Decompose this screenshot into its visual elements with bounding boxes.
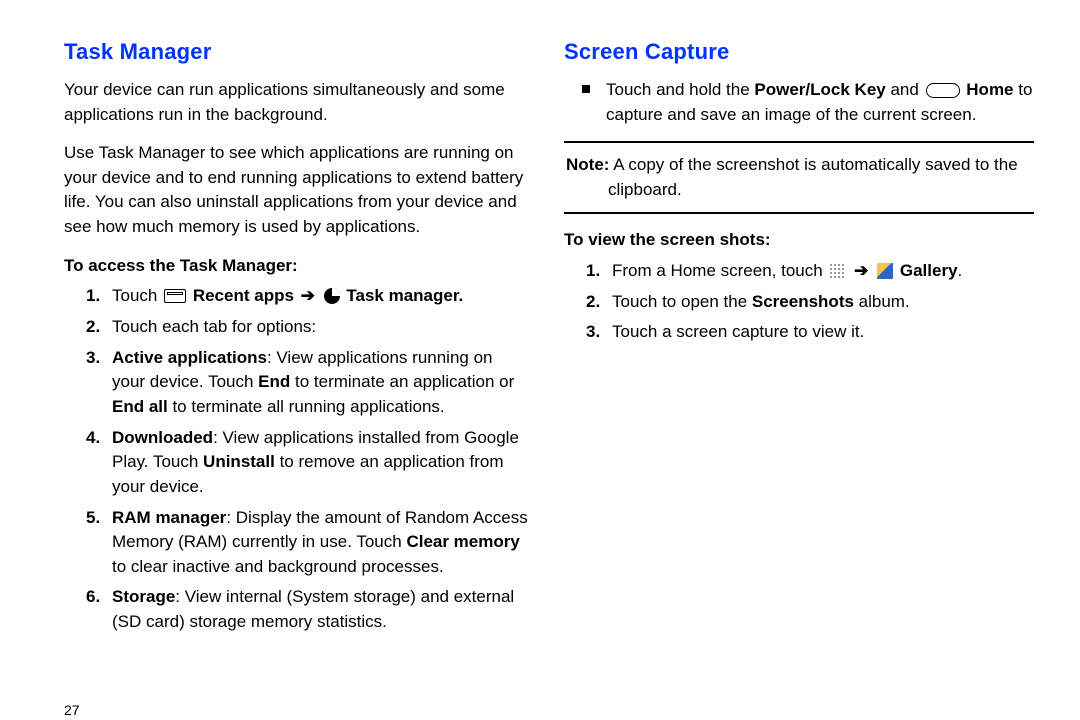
arrow-icon: ➔ (854, 261, 868, 280)
subheading: To view the screen shots: (564, 228, 1034, 253)
list-item: 5. RAM manager: Display the amount of Ra… (112, 506, 534, 580)
text: to terminate all running applications. (168, 397, 445, 416)
text: From a Home screen, touch (612, 261, 827, 280)
text: Touch and hold the (606, 80, 754, 99)
text: Touch (112, 286, 162, 305)
bullet-item: Touch and hold the Power/Lock Key and Ho… (564, 78, 1034, 127)
ordered-list: 1. From a Home screen, touch ➔ Gallery. … (564, 259, 1034, 345)
page-number: 27 (64, 700, 80, 720)
text-bold: Home (966, 80, 1013, 99)
left-column: Task Manager Your device can run applica… (64, 36, 534, 641)
list-number: 5. (86, 506, 100, 531)
text: to clear inactive and background process… (112, 557, 444, 576)
arrow-icon: ➔ (301, 286, 315, 305)
list-item: 1. From a Home screen, touch ➔ Gallery. (612, 259, 1034, 284)
subheading: To access the Task Manager: (64, 254, 534, 279)
task-manager-icon (324, 288, 340, 304)
text: Touch each tab for options: (112, 317, 316, 336)
note-label: Note: (566, 155, 609, 174)
list-number: 3. (86, 346, 100, 371)
home-key-icon (926, 83, 960, 98)
text: to terminate an application or (290, 372, 514, 391)
list-number: 2. (586, 290, 600, 315)
text: album. (854, 292, 910, 311)
recent-apps-icon (164, 289, 186, 303)
text-bold: Gallery (900, 261, 958, 280)
text-bold: Power/Lock Key (754, 80, 885, 99)
square-bullet-icon (582, 85, 590, 93)
list-item: 4. Downloaded: View applications install… (112, 426, 534, 500)
note-block: Note: A copy of the screenshot is automa… (564, 141, 1034, 214)
list-number: 6. (86, 585, 100, 610)
text-bold: RAM manager (112, 508, 226, 527)
list-number: 3. (586, 320, 600, 345)
bullet-text: Touch and hold the Power/Lock Key and Ho… (606, 78, 1034, 127)
text-bold: Uninstall (203, 452, 275, 471)
section-heading-screen-capture: Screen Capture (564, 36, 1034, 68)
list-item: 3. Active applications: View application… (112, 346, 534, 420)
list-item: 6. Storage: View internal (System storag… (112, 585, 534, 634)
text-bold: End (258, 372, 290, 391)
text: Touch a screen capture to view it. (612, 322, 864, 341)
apps-grid-icon (829, 263, 845, 279)
text-bold: End all (112, 397, 168, 416)
paragraph: Use Task Manager to see which applicatio… (64, 141, 534, 240)
list-item: 1. Touch Recent apps ➔ Task manager. (112, 284, 534, 309)
text-bold: Recent apps (193, 286, 294, 305)
gallery-icon (877, 263, 893, 279)
page-content: Task Manager Your device can run applica… (0, 0, 1080, 641)
ordered-list: 1. Touch Recent apps ➔ Task manager. 2. … (64, 284, 534, 634)
text: Touch to open the (612, 292, 752, 311)
text-bold: Downloaded (112, 428, 213, 447)
section-heading-task-manager: Task Manager (64, 36, 534, 68)
list-number: 1. (86, 284, 100, 309)
list-number: 4. (86, 426, 100, 451)
list-item: 2. Touch to open the Screenshots album. (612, 290, 1034, 315)
text-bold: Clear memory (406, 532, 519, 551)
right-column: Screen Capture Touch and hold the Power/… (564, 36, 1034, 641)
text-bold: Active applications (112, 348, 267, 367)
list-number: 1. (586, 259, 600, 284)
paragraph: Your device can run applications simulta… (64, 78, 534, 127)
text: and (886, 80, 924, 99)
list-item: 2. Touch each tab for options: (112, 315, 534, 340)
text: A copy of the screenshot is automaticall… (609, 155, 1017, 174)
text-bold: Storage (112, 587, 175, 606)
list-number: 2. (86, 315, 100, 340)
text-bold: Screenshots (752, 292, 854, 311)
text-bold: Task manager. (346, 286, 463, 305)
text: clipboard. (566, 178, 1032, 203)
list-item: 3. Touch a screen capture to view it. (612, 320, 1034, 345)
